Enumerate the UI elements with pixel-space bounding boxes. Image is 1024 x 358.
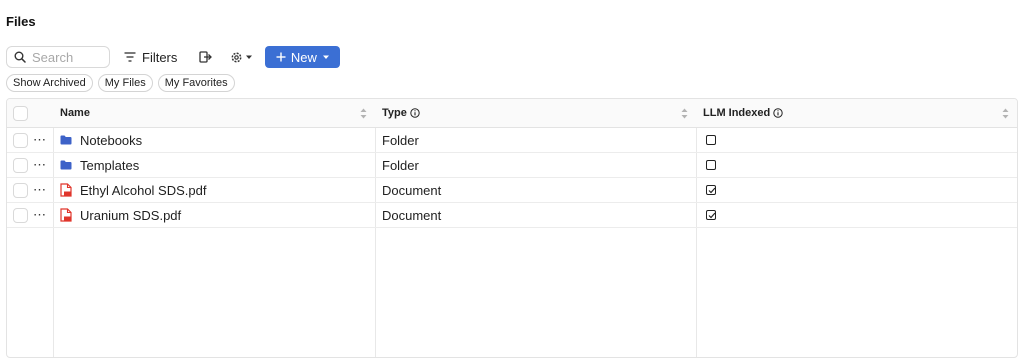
filter-icon <box>124 52 136 62</box>
file-name: Ethyl Alcohol SDS.pdf <box>80 182 207 198</box>
settings-button[interactable] <box>230 51 253 64</box>
check-icon <box>708 212 715 218</box>
search-icon <box>14 51 26 63</box>
table-row[interactable]: ⋯ Ethyl Alcohol SDS.pdf Document <box>7 178 1017 203</box>
name-cell[interactable]: Uranium SDS.pdf <box>60 203 181 227</box>
column-header-llm-indexed[interactable]: LLM Indexed <box>703 99 1017 127</box>
file-type: Document <box>382 182 442 198</box>
page-title: Files <box>6 14 36 29</box>
pdf-icon <box>60 208 72 222</box>
row-select-cell <box>13 203 28 227</box>
file-name: Uranium SDS.pdf <box>80 207 182 223</box>
chip-show-archived[interactable]: Show Archived <box>6 74 93 92</box>
filters-label: Filters <box>142 49 178 65</box>
info-icon[interactable] <box>773 108 783 118</box>
pdf-icon <box>60 183 72 197</box>
chevron-down-icon <box>322 55 329 59</box>
sort-icon[interactable] <box>360 108 367 119</box>
llm-indexed-cell <box>706 128 716 152</box>
row-select-cell <box>13 153 28 177</box>
file-name: Templates <box>80 157 140 173</box>
select-all-cell <box>13 99 28 127</box>
search-input[interactable] <box>32 49 102 65</box>
type-cell: Folder <box>382 128 419 152</box>
column-header-type[interactable]: Type <box>382 99 696 127</box>
name-cell[interactable]: Notebooks <box>60 128 142 152</box>
file-type: Folder <box>382 132 419 148</box>
type-cell: Document <box>382 203 441 227</box>
select-all-checkbox[interactable] <box>13 105 28 121</box>
table-header: Name Type LLM Indexed <box>7 99 1017 128</box>
sort-icon[interactable] <box>1002 108 1009 119</box>
new-button[interactable]: New <box>265 46 341 68</box>
row-actions-button[interactable]: ⋯ <box>33 178 46 202</box>
exit-button[interactable] <box>199 51 213 63</box>
file-type: Document <box>382 207 442 223</box>
files-table: Name Type LLM Indexed ⋯ Notebooks Folder… <box>6 98 1018 358</box>
folder-icon <box>60 135 72 145</box>
info-icon[interactable] <box>410 108 420 118</box>
table-row[interactable]: ⋯ Templates Folder <box>7 153 1017 178</box>
name-cell[interactable]: Templates <box>60 153 139 177</box>
search-box[interactable] <box>6 46 110 68</box>
llm-indexed-cell <box>706 178 716 202</box>
table-row[interactable]: ⋯ Uranium SDS.pdf Document <box>7 203 1017 228</box>
chip-my-files[interactable]: My Files <box>97 74 153 92</box>
row-checkbox[interactable] <box>13 182 28 198</box>
row-select-cell <box>13 128 28 152</box>
sort-icon[interactable] <box>681 108 688 119</box>
gear-icon <box>231 52 242 62</box>
row-checkbox[interactable] <box>13 207 28 223</box>
toolbar: Filters New <box>6 46 341 68</box>
new-label: New <box>290 49 317 65</box>
llm-indexed-cell <box>706 153 716 177</box>
check-icon <box>708 187 715 193</box>
column-header-name[interactable]: Name <box>60 99 375 127</box>
llm-indexed-checkbox <box>706 185 716 195</box>
filters-button[interactable]: Filters <box>124 50 177 65</box>
name-cell[interactable]: Ethyl Alcohol SDS.pdf <box>60 178 206 202</box>
type-cell: Document <box>382 178 441 202</box>
type-cell: Folder <box>382 153 419 177</box>
row-select-cell <box>13 178 28 202</box>
llm-indexed-cell <box>706 203 716 227</box>
llm-indexed-checkbox <box>706 135 716 145</box>
file-name: Notebooks <box>80 132 143 148</box>
chip-my-favorites[interactable]: My Favorites <box>157 74 235 92</box>
file-type: Folder <box>382 157 419 173</box>
row-actions-button[interactable]: ⋯ <box>33 153 46 177</box>
column-header-type-label: Type <box>382 107 407 119</box>
llm-indexed-checkbox <box>706 210 716 220</box>
chevron-down-icon <box>246 55 253 59</box>
column-header-llm-label: LLM Indexed <box>703 107 771 119</box>
table-row[interactable]: ⋯ Notebooks Folder <box>7 128 1017 153</box>
column-header-name-label: Name <box>60 107 90 119</box>
exit-icon <box>199 51 213 63</box>
row-checkbox[interactable] <box>13 157 28 173</box>
llm-indexed-checkbox <box>706 160 716 170</box>
row-actions-button[interactable]: ⋯ <box>33 128 46 152</box>
quick-filters: Show Archived My Files My Favorites <box>6 74 235 92</box>
plus-icon <box>276 52 286 62</box>
row-checkbox[interactable] <box>13 132 28 148</box>
row-actions-button[interactable]: ⋯ <box>33 203 46 227</box>
folder-icon <box>60 160 72 170</box>
